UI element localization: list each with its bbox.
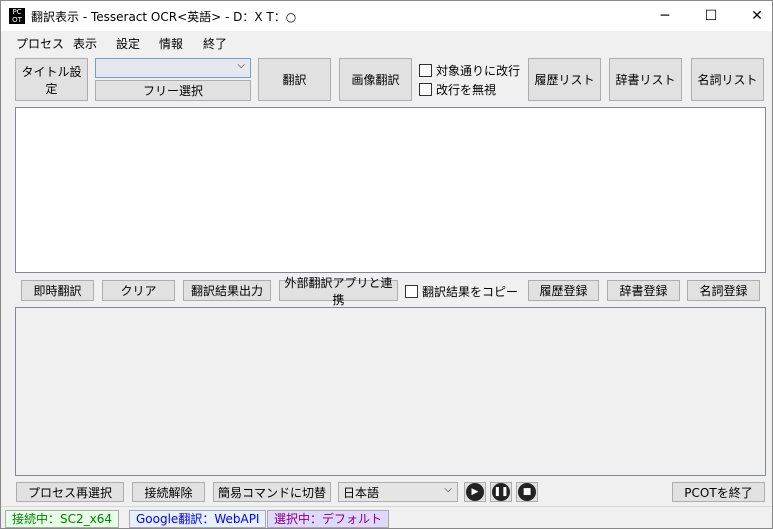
selection-status: 選択中：デフォルト	[267, 510, 390, 528]
free-select-button[interactable]: フリー選択	[95, 80, 251, 101]
menu-view[interactable]: 表示	[73, 35, 97, 52]
stop-icon: ■	[518, 483, 536, 501]
history-register-button[interactable]: 履歴登録	[528, 280, 599, 301]
source-text-area[interactable]	[15, 107, 766, 273]
menu-exit[interactable]: 終了	[203, 35, 227, 52]
connection-status: 接続中：SC2_x64	[5, 510, 120, 528]
chevron-down-icon: ⌵	[444, 484, 452, 495]
image-translate-button[interactable]: 画像翻訳	[339, 58, 412, 101]
checkbox-box[interactable]	[405, 285, 418, 298]
window-title: 翻訳表示 - Tesseract OCR<英語> - D：X T：○	[31, 10, 297, 24]
play-icon: ▶	[466, 483, 484, 501]
noun-list-button[interactable]: 名詞リスト	[691, 58, 764, 101]
title-setting-button[interactable]: タイトル設定	[15, 58, 88, 101]
checkbox-label: 翻訳結果をコピー	[422, 285, 519, 299]
menu-info[interactable]: 情報	[159, 35, 183, 52]
checkbox-box[interactable]	[419, 64, 432, 77]
output-result-button[interactable]: 翻訳結果出力	[183, 280, 271, 301]
external-app-button[interactable]: 外部翻訳アプリと連携	[279, 276, 398, 307]
newline-target-checkbox[interactable]: 対象通りに改行	[419, 62, 520, 79]
noun-register-button[interactable]: 名詞登録	[687, 280, 760, 301]
language-value: 日本語	[343, 486, 380, 500]
ignore-newline-checkbox[interactable]: 改行を無視	[419, 81, 496, 98]
checkbox-box[interactable]	[419, 83, 432, 96]
pause-button[interactable]: ❚❚	[490, 482, 512, 502]
language-select[interactable]: 日本語 ⌵	[338, 482, 458, 502]
dictionary-list-button[interactable]: 辞書リスト	[609, 58, 682, 101]
app-icon: PC OT	[9, 8, 25, 24]
minimize-button[interactable]: ─	[642, 1, 688, 31]
copy-result-checkbox[interactable]: 翻訳結果をコピー	[405, 283, 518, 300]
clear-button[interactable]: クリア	[102, 280, 175, 301]
maximize-button[interactable]: ☐	[688, 1, 734, 31]
close-button[interactable]: ✕	[734, 1, 773, 31]
chevron-down-icon: ⌵	[237, 60, 245, 71]
history-list-button[interactable]: 履歴リスト	[528, 58, 601, 101]
translate-button[interactable]: 翻訳	[258, 58, 331, 101]
simple-command-button[interactable]: 簡易コマンドに切替	[213, 482, 331, 502]
stop-button[interactable]: ■	[516, 482, 538, 502]
process-reselect-button[interactable]: プロセス再選択	[16, 482, 124, 502]
instant-translate-button[interactable]: 即時翻訳	[21, 280, 94, 301]
pause-icon: ❚❚	[492, 483, 510, 501]
menu-process[interactable]: プロセス	[16, 35, 64, 52]
target-combobox[interactable]: ⌵	[95, 58, 251, 78]
dictionary-register-button[interactable]: 辞書登録	[607, 280, 680, 301]
play-button[interactable]: ▶	[464, 482, 486, 502]
disconnect-button[interactable]: 接続解除	[132, 482, 205, 502]
checkbox-label: 改行を無視	[436, 83, 497, 97]
menu-settings[interactable]: 設定	[116, 35, 140, 52]
status-divider	[1, 506, 772, 507]
engine-status: Google翻訳：WebAPI	[129, 510, 267, 528]
quit-pcot-button[interactable]: PCOTを終了	[672, 482, 765, 502]
translation-result-area[interactable]	[15, 307, 766, 476]
checkbox-label: 対象通りに改行	[436, 64, 521, 78]
